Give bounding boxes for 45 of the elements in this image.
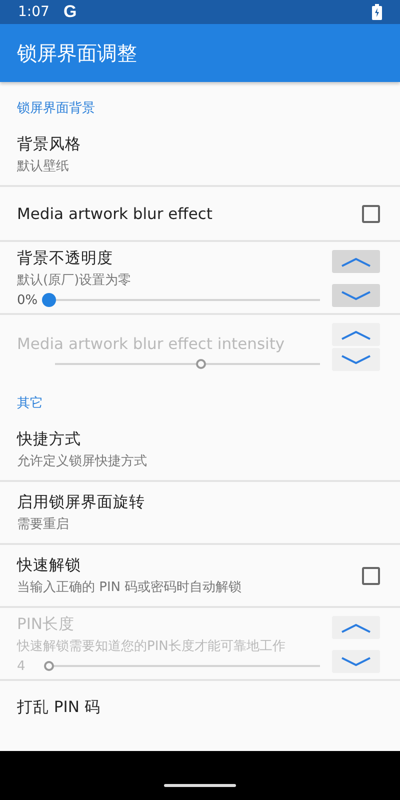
battery-icon	[372, 4, 382, 20]
chevron-up-icon	[340, 256, 372, 266]
category-header: 锁屏界面背景	[17, 100, 95, 117]
chevron-up-icon	[340, 622, 372, 632]
preference-title: Media artwork blur effect intensity	[17, 335, 286, 353]
preference-item[interactable]: 启用锁屏界面旋转 需要重启	[0, 480, 400, 543]
slider-value: 4	[17, 658, 26, 674]
app-title: 锁屏界面调整	[17, 40, 137, 66]
preference-summary: 当输入正确的 PIN 码或密码时自动解锁	[17, 579, 243, 596]
chevron-down-icon	[340, 354, 372, 364]
slider-thumb[interactable]	[42, 293, 56, 307]
preference-title: 快捷方式	[17, 429, 82, 450]
preference-title: Media artwork blur effect	[17, 204, 214, 222]
checkbox-item[interactable]: Media artwork blur effect	[0, 185, 400, 240]
decrease-button[interactable]	[332, 348, 380, 371]
category-header: 其它	[17, 395, 43, 412]
increase-button[interactable]	[332, 250, 380, 273]
preference-summary: 需要重启	[17, 516, 70, 533]
preference-item[interactable]: 快捷方式 允许定义锁屏快捷方式	[0, 419, 400, 480]
chevron-down-icon	[340, 656, 372, 666]
preference-item[interactable]: 打乱 PIN 码	[0, 679, 400, 734]
preference-summary: 快速解锁需要知道您的PIN长度才能可靠地工作	[17, 638, 286, 655]
preference-summary: 默认(原厂)设置为零	[17, 272, 132, 289]
preference-summary: 默认壁纸	[17, 158, 70, 175]
slider-value: 0%	[17, 292, 39, 308]
home-handle[interactable]	[164, 784, 236, 787]
checkbox-item[interactable]: 快速解锁 当输入正确的 PIN 码或密码时自动解锁	[0, 543, 400, 606]
checkbox[interactable]	[362, 204, 380, 222]
checkbox[interactable]	[362, 566, 380, 584]
preference-item[interactable]: 背景风格 默认壁纸	[0, 124, 400, 185]
chevron-down-icon	[340, 290, 372, 300]
preference-title: PIN长度	[17, 614, 76, 635]
preference-title: 背景风格	[17, 134, 82, 155]
preference-title: 启用锁屏界面旋转	[17, 492, 146, 513]
preference-title: 背景不透明度	[17, 248, 114, 269]
status-time: 1:07	[18, 4, 50, 20]
increase-button[interactable]	[332, 323, 380, 346]
decrease-button[interactable]	[332, 650, 380, 673]
decrease-button[interactable]	[332, 284, 380, 307]
g-letter: G	[63, 2, 77, 22]
preference-title: 打乱 PIN 码	[17, 697, 102, 718]
preference-title: 快速解锁	[17, 555, 82, 576]
increase-button[interactable]	[332, 616, 380, 639]
preference-summary: 允许定义锁屏快捷方式	[17, 453, 148, 470]
chevron-up-icon	[340, 330, 372, 340]
